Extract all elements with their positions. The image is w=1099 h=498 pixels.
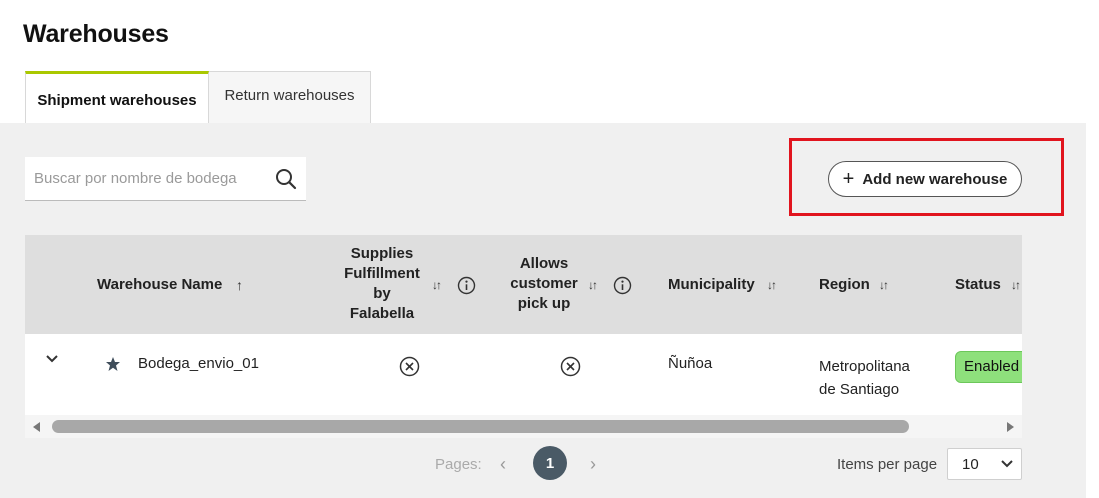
- table-header: Warehouse Name ↑ Supplies Fulfillment by…: [25, 235, 1022, 334]
- sort-icon[interactable]: ↓↑: [588, 278, 598, 292]
- status-badge: Enabled: [955, 351, 1022, 383]
- page-title: Warehouses: [23, 20, 169, 48]
- header-supplies-fulfillment[interactable]: Supplies Fulfillment by Falabella: [337, 244, 427, 324]
- chevron-down-icon: [1001, 460, 1013, 468]
- chevron-left-icon[interactable]: ‹: [500, 454, 506, 475]
- table-row: Bodega_envio_01 Ñuñoa Metropolitana de S…: [25, 334, 1022, 415]
- scroll-left-icon[interactable]: [33, 422, 40, 432]
- no-circle-x-icon: [560, 356, 581, 377]
- sort-icon[interactable]: ↓↑: [767, 278, 777, 292]
- add-new-warehouse-button[interactable]: + Add new warehouse: [828, 161, 1022, 197]
- scroll-thumb[interactable]: [52, 420, 909, 433]
- header-municipality[interactable]: Municipality: [668, 276, 755, 293]
- search-icon[interactable]: [275, 168, 297, 190]
- pages-label: Pages:: [435, 456, 482, 473]
- horizontal-scrollbar[interactable]: [25, 415, 1022, 438]
- info-icon[interactable]: [613, 276, 632, 295]
- tab-bar: Shipment warehouses Return warehouses: [25, 71, 371, 124]
- header-pickup-line: Allows: [519, 255, 569, 272]
- header-fulfillment-line: Fulfillment: [344, 265, 420, 282]
- chevron-down-icon[interactable]: [45, 354, 59, 364]
- region-value: Metropolitana de Santiago: [819, 355, 910, 401]
- municipality-value: Ñuñoa: [668, 355, 713, 372]
- sort-icon[interactable]: ↓↑: [1011, 278, 1021, 292]
- header-allows-pickup[interactable]: Allows customer pick up: [505, 254, 583, 314]
- search-input[interactable]: [25, 158, 265, 199]
- items-per-page-value: 10: [962, 456, 979, 473]
- header-fulfillment-line: Falabella: [349, 305, 415, 322]
- header-status[interactable]: Status: [955, 276, 1001, 293]
- region-line: de Santiago: [819, 381, 900, 398]
- header-fulfillment-line: Supplies: [350, 245, 414, 262]
- star-icon[interactable]: [105, 356, 121, 372]
- items-per-page-select[interactable]: 10: [947, 448, 1022, 480]
- header-fulfillment-line: by: [373, 285, 391, 302]
- header-warehouse-name[interactable]: Warehouse Name: [97, 276, 222, 293]
- page-button-current[interactable]: 1: [533, 446, 567, 480]
- add-new-warehouse-label: Add new warehouse: [862, 170, 1008, 188]
- tab-shipment-warehouses[interactable]: Shipment warehouses: [25, 71, 209, 124]
- warehouses-panel: + Add new warehouse Warehouse Name ↑ Sup…: [0, 123, 1086, 498]
- warehouse-name[interactable]: Bodega_envio_01: [138, 355, 259, 372]
- header-pickup-line: customer: [510, 275, 578, 292]
- header-pickup-line: pick up: [517, 295, 571, 312]
- region-line: Metropolitana: [819, 358, 910, 375]
- no-circle-x-icon: [399, 356, 420, 377]
- sort-icon[interactable]: ↓↑: [432, 278, 442, 292]
- header-region[interactable]: Region: [819, 276, 870, 293]
- sort-icon[interactable]: ↓↑: [879, 278, 889, 292]
- plus-icon: +: [842, 168, 855, 190]
- info-icon[interactable]: [457, 276, 476, 295]
- scroll-right-icon[interactable]: [1007, 422, 1014, 432]
- tab-return-warehouses[interactable]: Return warehouses: [209, 71, 371, 124]
- search-box: [25, 157, 306, 201]
- items-per-page-label: Items per page: [837, 456, 938, 473]
- warehouses-table: Warehouse Name ↑ Supplies Fulfillment by…: [25, 235, 1022, 438]
- sort-asc-icon[interactable]: ↑: [236, 277, 243, 293]
- chevron-right-icon[interactable]: ›: [590, 454, 596, 475]
